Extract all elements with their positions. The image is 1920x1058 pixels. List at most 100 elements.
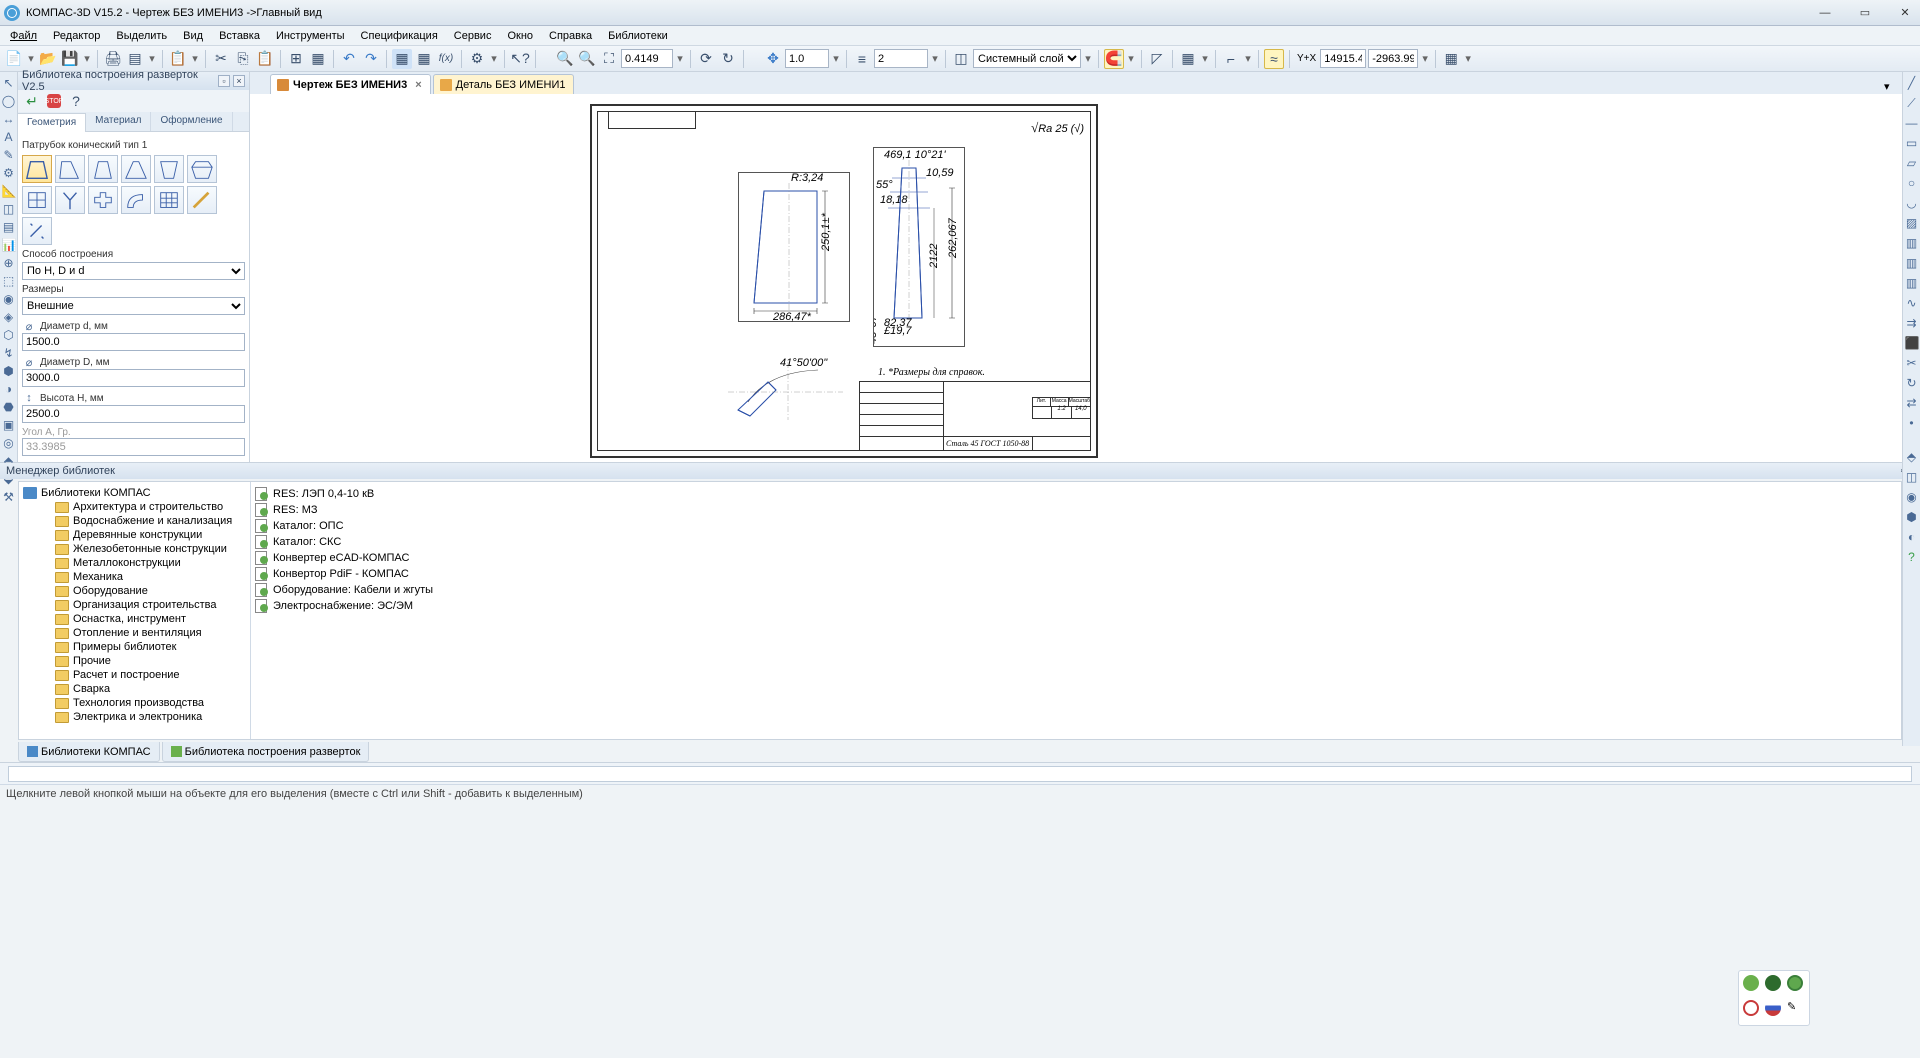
edit-icon[interactable]: ✎ [2,148,16,162]
coord-y-input[interactable] [1368,49,1418,68]
new-dropdown[interactable]: ▾ [26,52,36,65]
tree-folder[interactable]: Оснастка, инструмент [23,612,246,626]
tree-folder[interactable]: Отопление и вентиляция [23,626,246,640]
zoom-input[interactable] [621,49,673,68]
round-icon[interactable]: ≈ [1264,49,1284,69]
shape-cross-icon[interactable] [88,186,118,214]
tray-3-icon[interactable] [1787,975,1803,991]
r-hatch-icon[interactable]: ▨ [1905,216,1919,230]
copy-icon[interactable]: ⎘ [233,49,253,69]
menu-service[interactable]: Сервис [446,28,500,44]
r-circ-icon[interactable]: ○ [1905,176,1919,190]
refresh-icon[interactable]: ↻ [718,49,738,69]
method-select[interactable]: По H, D и d [22,262,245,280]
zoom-fit-icon[interactable]: ⛶ [599,49,619,69]
shape-grid-icon[interactable] [154,186,184,214]
extra-icon[interactable]: ▦ [1441,49,1461,69]
tabs-dropdown-icon[interactable]: ▾ [1884,80,1898,94]
shape-cone2-icon[interactable] [55,155,85,183]
zoom-out-icon[interactable]: 🔍 [577,49,597,69]
prop-icon[interactable]: 📋 [168,49,188,69]
r2-b-icon[interactable]: ◫ [1905,470,1919,484]
minimize-button[interactable]: — [1814,6,1836,20]
menu-tools[interactable]: Инструменты [268,28,353,44]
menu-help[interactable]: Справка [541,28,600,44]
stop-icon[interactable]: STOP [44,91,64,111]
misc6-icon[interactable]: ⬢ [2,364,16,378]
tab-close-icon[interactable]: × [415,79,421,91]
select-icon[interactable]: ◫ [2,202,16,216]
sizes-select[interactable]: Внешние [22,297,245,315]
menu-view[interactable]: Вид [175,28,211,44]
library-list[interactable]: RES: ЛЭП 0,4-10 кВRES: МЗКаталог: ОПСКат… [251,482,1901,739]
r2-a-icon[interactable]: ⬘ [1905,450,1919,464]
r-chart1-icon[interactable]: ▥ [1905,236,1919,250]
list-item[interactable]: Конвертор PdiF - КОМПАС [255,566,1897,582]
tree-folder[interactable]: Электрика и электроника [23,710,246,724]
text-icon[interactable]: A [2,130,16,144]
doc-tab-1[interactable]: Чертеж БЕЗ ИМЕНИ3 × [270,74,431,94]
tray-2-icon[interactable] [1765,975,1781,991]
r-off-icon[interactable]: ⇉ [1905,316,1919,330]
shape-cone7-icon[interactable] [22,186,52,214]
shape-edit-icon[interactable] [187,186,217,214]
zoom-in-icon[interactable]: 🔍 [555,49,575,69]
tab-format[interactable]: Оформление [151,112,232,131]
diam-cap-d-input[interactable] [22,369,245,387]
tree-folder[interactable]: Железобетонные конструкции [23,542,246,556]
save-dropdown[interactable]: ▾ [82,52,92,65]
list-item[interactable]: Каталог: ОПС [255,518,1897,534]
coord-x-input[interactable] [1320,49,1366,68]
r-fill-icon[interactable]: ⬛ [1905,336,1919,350]
tree-folder[interactable]: Механика [23,570,246,584]
spec-icon[interactable]: ▤ [2,220,16,234]
list-item[interactable]: Каталог: СКС [255,534,1897,550]
misc3-icon[interactable]: ◈ [2,310,16,324]
tree-folder[interactable]: Металлоконструкции [23,556,246,570]
scale-input[interactable] [785,49,829,68]
tree-folder[interactable]: Примеры библиотек [23,640,246,654]
r-rect-icon[interactable]: ▭ [1905,136,1919,150]
layer-state-icon[interactable]: ◫ [951,49,971,69]
tree-folder[interactable]: Водоснабжение и канализация [23,514,246,528]
list-item[interactable]: RES: МЗ [255,502,1897,518]
save-icon[interactable]: 💾 [60,49,80,69]
r-hor-icon[interactable]: — [1905,116,1919,130]
tray-6-icon[interactable]: ✎ [1787,1000,1803,1016]
paste-icon[interactable]: 📋 [255,49,275,69]
menu-window[interactable]: Окно [499,28,541,44]
shape-cone5-icon[interactable] [154,155,184,183]
grid-icon[interactable]: ▦ [1178,49,1198,69]
tray-5-icon[interactable] [1765,1000,1781,1016]
close-button[interactable]: ✕ [1894,6,1916,20]
layer-select[interactable]: Системный слой (0) [973,49,1081,68]
panel-close-icon[interactable]: × [233,75,245,87]
shape-cone6-icon[interactable] [187,155,217,183]
preview-icon[interactable]: ▤ [125,49,145,69]
r2-d-icon[interactable]: ⬢ [1905,510,1919,524]
libtab-kompas[interactable]: Библиотеки КОМПАС [18,742,160,762]
tray-1-icon[interactable] [1743,975,1759,991]
proj-icon[interactable]: ⊞ [286,49,306,69]
tab-geometry[interactable]: Геометрия [18,113,86,132]
height-h-input[interactable] [22,405,245,423]
r-chart3-icon[interactable]: ▥ [1905,276,1919,290]
r-pt-icon[interactable]: • [1905,416,1919,430]
misc1-icon[interactable]: ⬚ [2,274,16,288]
misc8-icon[interactable]: ⬣ [2,400,16,414]
doc-tab-2[interactable]: Деталь БЕЗ ИМЕНИ1 [433,74,575,94]
tray-4-icon[interactable] [1743,1000,1759,1016]
panel-pin-icon[interactable]: ▫ [218,75,230,87]
misc10-icon[interactable]: ◎ [2,436,16,450]
r2-c-icon[interactable]: ◉ [1905,490,1919,504]
list-item[interactable]: Конвертер eCAD-КОМПАС [255,550,1897,566]
tree-folder[interactable]: Расчет и построение [23,668,246,682]
redo-icon[interactable]: ↷ [361,49,381,69]
r-para-icon[interactable]: ▱ [1905,156,1919,170]
misc13-icon[interactable]: ⚒ [2,490,16,504]
shape-elbow-icon[interactable] [121,186,151,214]
mgr2-icon[interactable]: ▦ [414,49,434,69]
drawing-canvas[interactable]: √Ra 25 (√) R:3,24 250,1±* 286,47 [250,94,1902,462]
r-chart2-icon[interactable]: ▥ [1905,256,1919,270]
libtab-unfold[interactable]: Библиотека построения разверток [162,742,370,762]
